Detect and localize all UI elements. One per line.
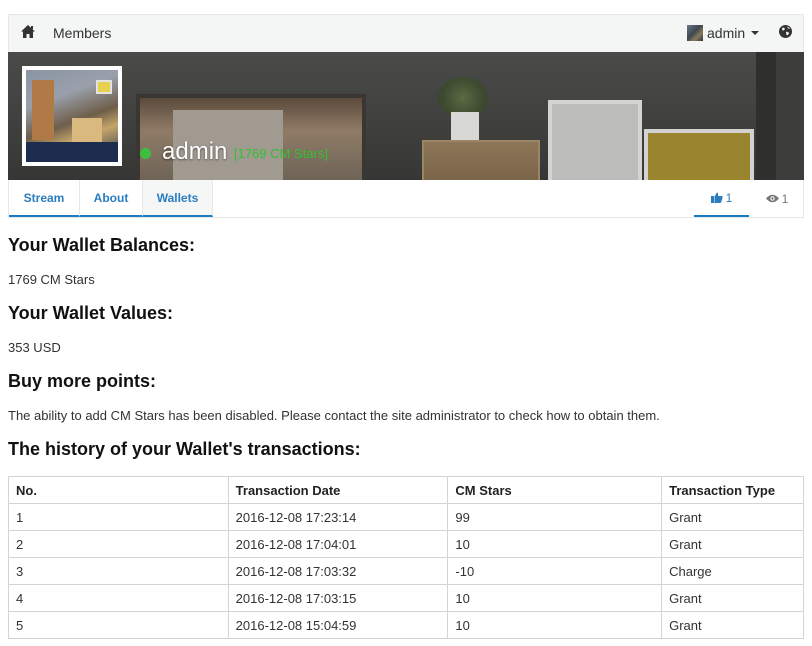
cell-no: 3: [8, 557, 229, 585]
column-header-type: Transaction Type: [661, 476, 804, 504]
cell-stars: 10: [447, 530, 663, 558]
buy-points-heading: Buy more points:: [8, 371, 157, 391]
table-row: 4 2016-12-08 17:03:15 10 Grant: [8, 584, 804, 612]
thumbs-up-icon: [710, 192, 723, 203]
chevron-down-icon: [751, 31, 760, 35]
profile-stars-badge: [1769 CM Stars]: [234, 146, 328, 161]
view-count: 1: [781, 191, 789, 206]
buy-points-message: The ability to add CM Stars has been dis…: [8, 408, 660, 423]
avatar-box-detail: [96, 80, 112, 94]
profile-name[interactable]: admin: [162, 138, 227, 166]
cell-date: 2016-12-08 17:04:01: [227, 530, 449, 558]
cover-white-panel-decoration: [548, 100, 642, 180]
like-button[interactable]: 1: [694, 180, 749, 217]
column-header-stars: CM Stars: [447, 476, 663, 504]
cell-type: Charge: [661, 557, 804, 585]
user-menu-username: admin: [707, 25, 746, 41]
cell-stars: -10: [447, 557, 663, 585]
view-counter: 1: [757, 180, 797, 217]
transaction-history-heading: The history of your Wallet's transaction…: [8, 439, 361, 459]
profile-avatar[interactable]: [22, 66, 122, 166]
table-row: 5 2016-12-08 15:04:59 10 Grant: [8, 611, 804, 639]
table-row: 1 2016-12-08 17:23:14 99 Grant: [8, 503, 804, 531]
table-row: 2 2016-12-08 17:04:01 10 Grant: [8, 530, 804, 558]
tab-stream[interactable]: Stream: [9, 180, 80, 217]
cell-no: 5: [8, 611, 229, 639]
cell-no: 1: [8, 503, 229, 531]
cell-date: 2016-12-08 17:03:15: [227, 584, 449, 612]
top-navbar: Members admin: [8, 14, 804, 52]
cover-pot-decoration: [451, 112, 479, 142]
cell-stars: 10: [447, 611, 663, 639]
home-icon[interactable]: [21, 25, 35, 39]
tab-wallets[interactable]: Wallets: [143, 180, 213, 217]
cell-date: 2016-12-08 15:04:59: [227, 611, 449, 639]
user-menu-dropdown[interactable]: admin: [687, 24, 760, 42]
cover-pillar2-decoration: [776, 52, 804, 180]
cell-no: 4: [8, 584, 229, 612]
avatar-floor-detail: [26, 142, 118, 162]
cell-type: Grant: [661, 530, 804, 558]
members-link[interactable]: Members: [53, 25, 111, 41]
wallet-values-heading: Your Wallet Values:: [8, 303, 174, 323]
profile-tabs: Stream About Wallets 1 1: [8, 180, 804, 218]
globe-icon[interactable]: [779, 25, 792, 38]
online-status-indicator: [140, 148, 151, 159]
column-header-date: Transaction Date: [227, 476, 449, 504]
transactions-table: No. Transaction Date CM Stars Transactio…: [8, 476, 804, 639]
cell-no: 2: [8, 530, 229, 558]
eye-icon: [765, 194, 779, 203]
avatar-door-detail: [32, 80, 54, 140]
cell-stars: 10: [447, 584, 663, 612]
wallet-balances-heading: Your Wallet Balances:: [8, 235, 196, 255]
cell-type: Grant: [661, 584, 804, 612]
tab-about[interactable]: About: [80, 180, 143, 217]
wallet-value-amount: 353 USD: [8, 340, 61, 355]
cell-stars: 99: [447, 503, 663, 531]
cover-yellow-panel-decoration: [644, 129, 754, 180]
cell-type: Grant: [661, 503, 804, 531]
table-row: 3 2016-12-08 17:03:32 -10 Charge: [8, 557, 804, 585]
table-header-row: No. Transaction Date CM Stars Transactio…: [8, 476, 804, 504]
cover-pillar-decoration: [756, 52, 776, 180]
column-header-no: No.: [8, 476, 229, 504]
cell-date: 2016-12-08 17:03:32: [227, 557, 449, 585]
cell-date: 2016-12-08 17:23:14: [227, 503, 449, 531]
cover-crate-decoration: [422, 140, 540, 180]
profile-cover-image: [8, 52, 804, 180]
wallet-balance-value: 1769 CM Stars: [8, 272, 95, 287]
user-avatar: [687, 25, 703, 41]
cell-type: Grant: [661, 611, 804, 639]
like-count: 1: [725, 190, 733, 205]
